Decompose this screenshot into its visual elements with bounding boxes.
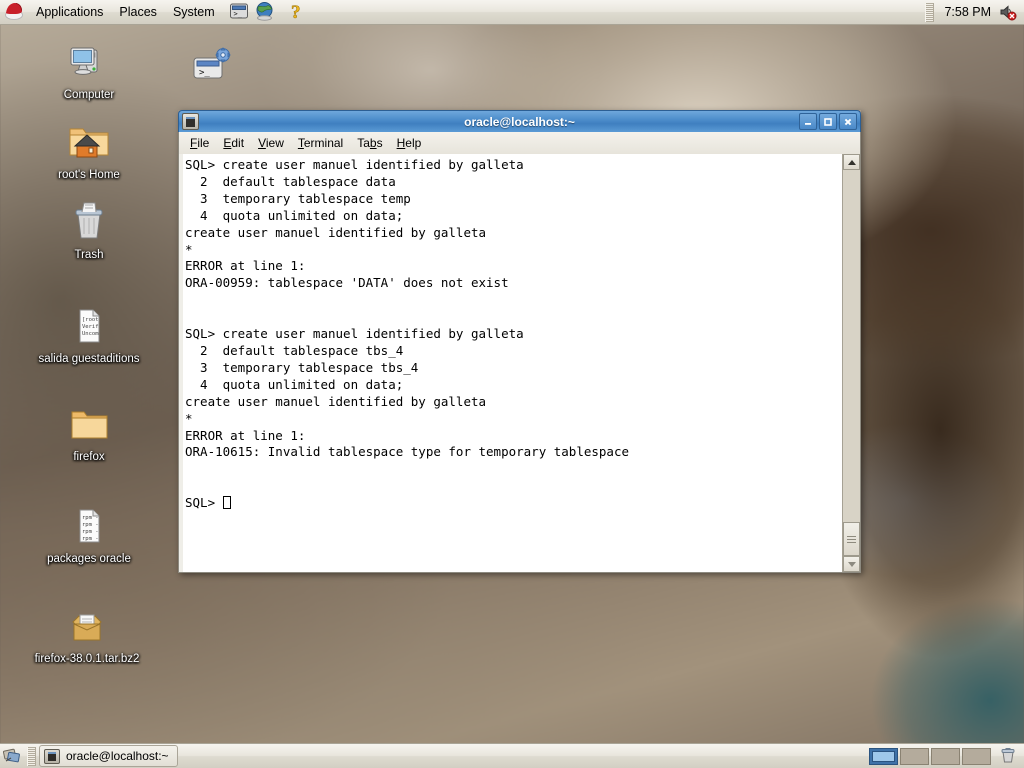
trash-applet-icon[interactable] <box>998 745 1020 767</box>
scroll-down-arrow-icon[interactable] <box>843 556 860 572</box>
scrollbar-thumb[interactable] <box>843 522 860 556</box>
svg-text:Uncom: Uncom <box>82 331 99 337</box>
scrollbar-trough[interactable] <box>843 170 860 556</box>
svg-text:rpm -: rpm - <box>82 515 99 521</box>
panel-drag-handle[interactable] <box>925 2 935 22</box>
text-file-icon: rpm - rpm - rpm - rpm - <box>65 502 113 550</box>
menu-places[interactable]: Places <box>112 2 164 22</box>
menu-tabs[interactable]: Tabs <box>350 134 389 152</box>
speaker-muted-icon[interactable] <box>998 3 1018 21</box>
svg-text:>_: >_ <box>199 68 210 78</box>
trash-icon <box>65 198 113 246</box>
terminal-cursor <box>222 496 231 510</box>
terminal-titlebar[interactable]: oracle@localhost:~ <box>178 110 861 132</box>
desktop-icon-firefox-folder[interactable]: firefox <box>34 400 144 464</box>
svg-text:>_: >_ <box>233 10 242 18</box>
workspace-switcher[interactable] <box>868 745 1024 767</box>
desktop-icon-salida-guestaditions[interactable]: [root Verif Uncom salida guestaditions <box>34 302 144 366</box>
terminal-menubar: File Edit View Terminal Tabs Help <box>178 132 861 154</box>
top-panel: Applications Places System >_ ? 7:58 PM <box>0 0 1024 25</box>
desktop-icon-firefox-tarball[interactable]: firefox-38.0.1.tar.bz2 <box>32 602 142 666</box>
archive-icon <box>63 602 111 650</box>
window-menu-icon[interactable] <box>182 113 199 130</box>
home-folder-icon <box>65 118 113 166</box>
close-button[interactable] <box>839 113 857 130</box>
menu-help[interactable]: Help <box>390 134 429 152</box>
terminal-scrollbar[interactable] <box>842 154 860 572</box>
menu-view[interactable]: View <box>251 134 291 152</box>
workspace-1[interactable] <box>869 747 898 765</box>
clock-label[interactable]: 7:58 PM <box>944 5 991 19</box>
menu-terminal[interactable]: Terminal <box>291 134 350 152</box>
desktop-icon-computer[interactable]: Computer <box>34 38 144 102</box>
scroll-up-arrow-icon[interactable] <box>843 154 860 170</box>
terminal-launcher-icon[interactable]: >_ <box>229 1 251 23</box>
desktop-icon-label: Computer <box>63 89 115 101</box>
terminal-scrollback: SQL> create user manuel identified by ga… <box>185 157 630 460</box>
desktop-icon-label: Trash <box>74 249 104 261</box>
panel-drag-handle[interactable] <box>27 746 36 766</box>
terminal-window[interactable]: oracle@localhost:~ File Edit View Termin… <box>178 110 861 573</box>
terminal-icon <box>44 748 60 764</box>
desktop-icon-label: packages oracle <box>47 553 131 565</box>
menu-edit[interactable]: Edit <box>216 134 251 152</box>
minimize-button[interactable] <box>799 113 817 130</box>
taskbar-button-label: oracle@localhost:~ <box>66 749 169 763</box>
svg-text:rpm -: rpm - <box>82 529 99 535</box>
desktop-icon-label: salida guestaditions <box>38 353 140 365</box>
svg-text:[root: [root <box>82 317 99 323</box>
desktop-icon-label: firefox <box>73 451 105 463</box>
terminal-output[interactable]: SQL> create user manuel identified by ga… <box>183 154 842 572</box>
taskbar-button-terminal[interactable]: oracle@localhost:~ <box>39 745 178 767</box>
desktop-icon-packages-oracle[interactable]: rpm - rpm - rpm - rpm - packages oracle <box>34 502 144 566</box>
maximize-button[interactable] <box>819 113 837 130</box>
menu-file[interactable]: File <box>183 134 216 152</box>
show-desktop-icon[interactable] <box>2 745 24 767</box>
window-title: oracle@localhost:~ <box>464 114 575 129</box>
svg-text:Verif: Verif <box>82 324 99 330</box>
svg-text:rpm -: rpm - <box>82 522 99 528</box>
window-list: oracle@localhost:~ <box>39 745 178 767</box>
text-file-icon: [root Verif Uncom <box>65 302 113 350</box>
terminal-prompt: SQL> <box>185 495 223 511</box>
desktop-icon-trash[interactable]: Trash <box>34 198 144 262</box>
workspace-4[interactable] <box>962 747 991 765</box>
terminal-body[interactable]: SQL> create user manuel identified by ga… <box>178 154 861 573</box>
desktop-icon-label: root's Home <box>58 169 120 181</box>
svg-text:rpm -: rpm - <box>82 536 99 542</box>
workspace-3[interactable] <box>931 747 960 765</box>
desktop-icon-label: firefox-38.0.1.tar.bz2 <box>34 653 140 665</box>
terminal-script-icon: >_ <box>186 38 234 86</box>
desktop-icon-script[interactable]: >_ <box>180 38 240 89</box>
menu-applications[interactable]: Applications <box>29 2 110 22</box>
redhat-logo-icon[interactable] <box>4 1 26 23</box>
bottom-panel: oracle@localhost:~ <box>0 743 1024 768</box>
workspace-2[interactable] <box>900 747 929 765</box>
svg-text:?: ? <box>291 2 301 21</box>
folder-icon <box>65 400 113 448</box>
browser-launcher-icon[interactable] <box>255 1 277 23</box>
help-launcher-icon[interactable]: ? <box>287 1 309 24</box>
desktop-icon-roots-home[interactable]: root's Home <box>34 118 144 182</box>
menu-system[interactable]: System <box>166 2 222 22</box>
computer-icon <box>65 38 113 86</box>
